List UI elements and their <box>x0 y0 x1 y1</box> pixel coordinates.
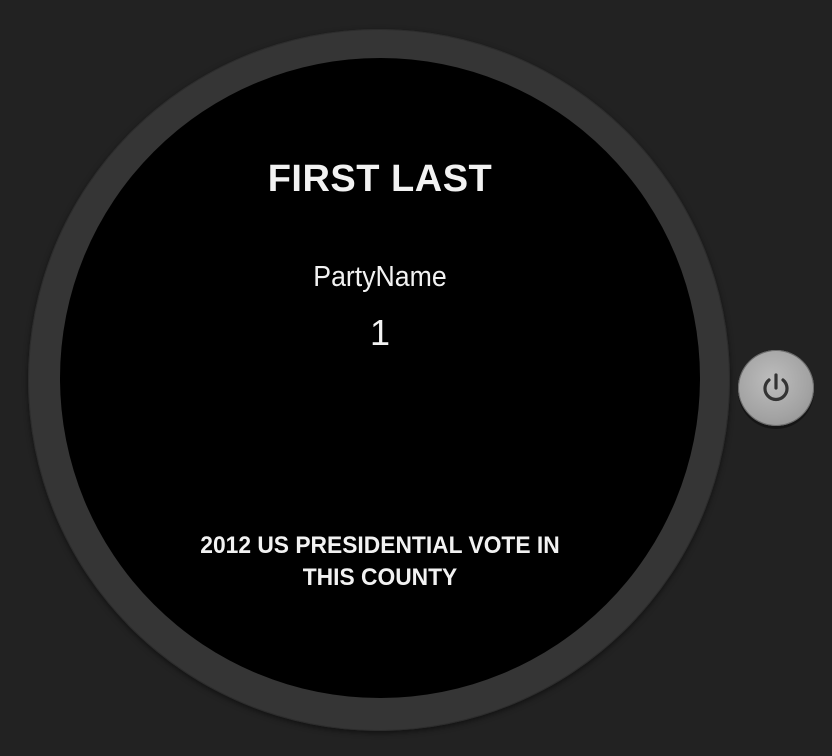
caption-line-2: THIS COUNTY <box>302 564 458 591</box>
caption-line-1: 2012 US PRESIDENTIAL VOTE IN <box>200 532 560 559</box>
emulator-screen: FIRST LAST PartyName 1 2012 US PRESIDENT… <box>0 0 832 756</box>
caption: 2012 US PRESIDENTIAL VOTE IN THIS COUNTY <box>166 530 594 594</box>
candidate-name: FIRST LAST <box>267 158 493 200</box>
watch-face: FIRST LAST PartyName 1 2012 US PRESIDENT… <box>60 58 700 698</box>
party-name: PartyName <box>313 261 447 293</box>
power-icon <box>763 373 789 402</box>
power-button[interactable] <box>738 350 814 426</box>
vote-count: 1 <box>369 312 391 353</box>
